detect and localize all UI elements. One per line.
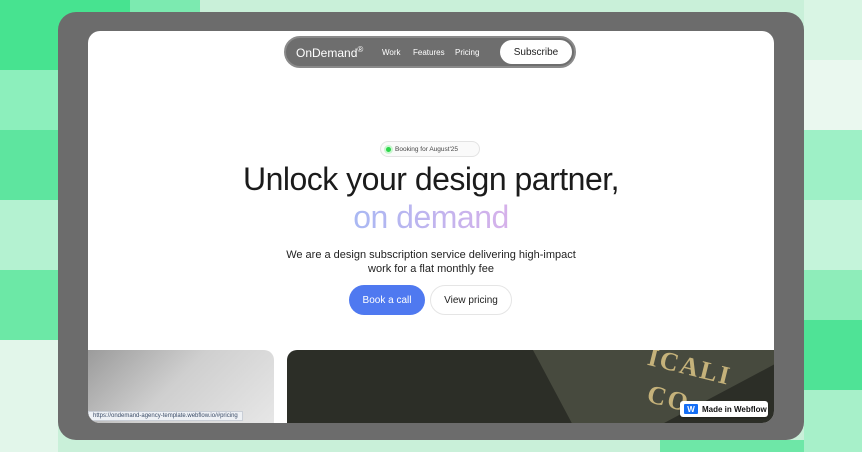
- booking-badge: Booking for August'25: [380, 141, 480, 157]
- backdrop-tile: [804, 390, 862, 452]
- hero-title-accent: on demand: [353, 199, 509, 235]
- backdrop-tile: [0, 130, 58, 200]
- status-bar-url: https://ondemand-agency-template.webflow…: [88, 411, 243, 421]
- backdrop-tile: [0, 340, 58, 452]
- booking-badge-label: Booking for August'25: [395, 145, 459, 153]
- book-call-button[interactable]: Book a call: [349, 285, 425, 315]
- navbar: OnDemand® Work Features Pricing Subscrib…: [284, 36, 576, 68]
- backdrop-tile: [804, 130, 862, 200]
- backdrop-tile: [0, 70, 58, 130]
- nav-link-work[interactable]: Work: [382, 48, 401, 57]
- backdrop-tile: [804, 0, 862, 60]
- hero-subtitle: We are a design subscription service del…: [286, 249, 576, 275]
- browser-viewport: OnDemand® Work Features Pricing Subscrib…: [88, 31, 774, 423]
- nav-link-features[interactable]: Features: [413, 48, 445, 57]
- brand-logo[interactable]: OnDemand®: [296, 45, 363, 60]
- made-in-webflow-badge[interactable]: W Made in Webflow: [680, 401, 768, 417]
- nav-link-pricing[interactable]: Pricing: [455, 48, 479, 57]
- backdrop-tile: [0, 200, 58, 270]
- hero-title: Unlock your design partner,: [242, 161, 620, 197]
- backdrop-tile: [804, 60, 862, 130]
- backdrop-tile: [660, 440, 804, 452]
- backdrop-tile: [804, 270, 862, 320]
- view-pricing-button[interactable]: View pricing: [430, 285, 512, 315]
- status-dot-icon: [386, 146, 391, 152]
- webflow-badge-label: Made in Webflow: [702, 404, 767, 414]
- webflow-logo-icon: W: [684, 404, 698, 414]
- backdrop-tile: [0, 270, 58, 340]
- subscribe-button[interactable]: Subscribe: [500, 40, 572, 64]
- backdrop-tile: [804, 320, 862, 390]
- backdrop-tile: [804, 200, 862, 270]
